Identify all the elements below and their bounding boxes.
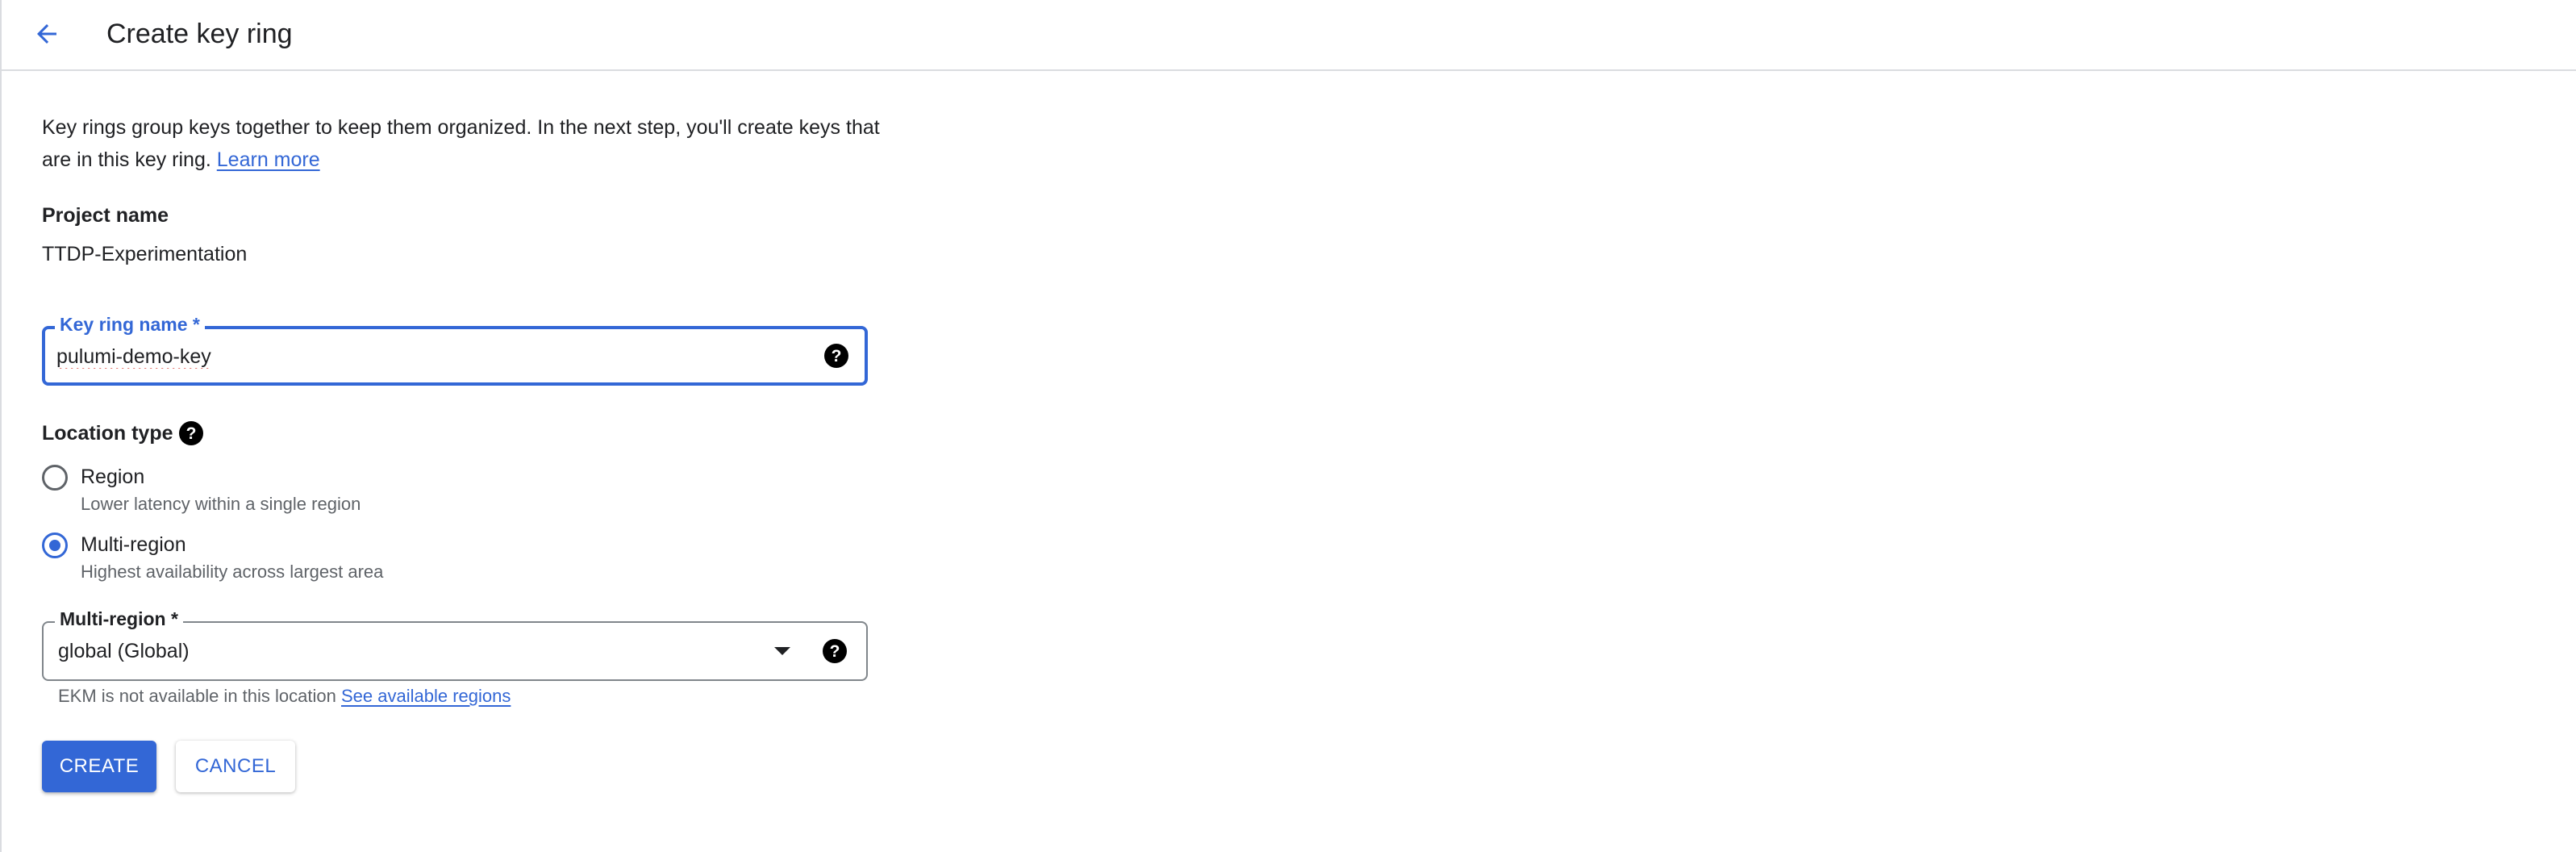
help-circle-icon[interactable]: ? xyxy=(179,421,203,445)
create-button[interactable]: CREATE xyxy=(42,741,156,792)
cancel-button[interactable]: CANCEL xyxy=(176,741,295,792)
multi-region-radio-hint: Highest availability across largest area xyxy=(81,562,384,582)
header-bar: Create key ring xyxy=(2,0,2576,71)
help-circle-icon[interactable]: ? xyxy=(823,639,847,663)
region-radio-hint: Lower latency within a single region xyxy=(81,494,361,514)
region-radio-label: Region xyxy=(81,466,145,488)
region-radio-button[interactable] xyxy=(42,465,68,491)
arrow-drop-down-icon[interactable] xyxy=(774,647,790,655)
intro-text: Key rings group keys together to keep th… xyxy=(42,116,880,171)
multi-region-radio-label: Multi-region xyxy=(81,533,186,556)
radio-option-region[interactable]: Region Lower latency within a single reg… xyxy=(42,461,606,518)
arrow-back-icon xyxy=(32,19,61,52)
page-title: Create key ring xyxy=(106,19,293,49)
multi-region-select-label: Multi-region * xyxy=(55,607,183,631)
key-ring-name-input[interactable] xyxy=(56,340,798,373)
multi-region-select[interactable]: Multi-region * global (Global) ? xyxy=(42,607,868,681)
page-frame: Create key ring Key rings group keys tog… xyxy=(0,0,2576,852)
help-circle-icon[interactable]: ? xyxy=(824,344,848,368)
location-type-label: Location type xyxy=(42,420,173,447)
multi-region-helper: EKM is not available in this location Se… xyxy=(58,684,511,708)
project-name-label: Project name xyxy=(42,204,169,227)
multi-region-select-value: global (Global) xyxy=(58,640,190,662)
key-ring-name-field[interactable]: Key ring name * ? xyxy=(42,312,868,386)
key-ring-name-label: Key ring name * xyxy=(55,312,205,336)
location-type-text: Location type xyxy=(42,422,173,445)
ekm-helper-text: EKM is not available in this location xyxy=(58,686,336,706)
radio-option-multi-region[interactable]: Multi-region Highest availability across… xyxy=(42,529,606,586)
back-button[interactable] xyxy=(23,11,71,60)
learn-more-link[interactable]: Learn more xyxy=(217,148,320,171)
intro-paragraph: Key rings group keys together to keep th… xyxy=(42,111,881,176)
project-name-value: TTDP-Experimentation xyxy=(42,243,248,265)
multi-region-radio-button[interactable] xyxy=(42,532,68,558)
see-available-regions-link[interactable]: See available regions xyxy=(341,686,511,706)
